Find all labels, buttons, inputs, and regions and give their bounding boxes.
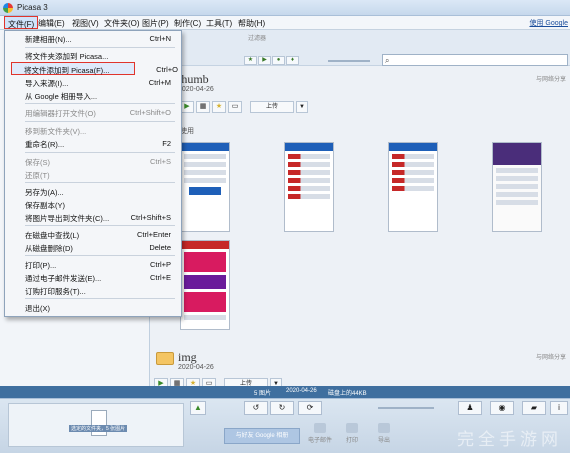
search-icon: ⌕ xyxy=(385,56,390,65)
photo-thumbnail[interactable] xyxy=(180,240,230,330)
menu-item-export[interactable]: 将图片导出到文件夹(C)... Ctrl+Shift+S xyxy=(5,211,181,224)
status-bar: 5 图片 2020-04-26 磁盘上的44KB xyxy=(0,386,570,398)
menu-folder[interactable]: 文件夹(O) xyxy=(104,18,140,29)
upload-button[interactable]: 上传 xyxy=(250,101,294,113)
menu-item-revert[interactable]: 还原(T) xyxy=(5,168,181,181)
google-help-link[interactable]: 使用 Google xyxy=(529,18,568,28)
title-bar: Picasa 3 xyxy=(0,0,570,16)
face-filter-icon[interactable]: ● xyxy=(272,56,285,65)
photo-thumbnail[interactable] xyxy=(284,142,334,232)
folder-name: img xyxy=(178,350,197,364)
menu-picture[interactable]: 图片(P) xyxy=(142,18,169,29)
folder-date: 2020-04-26 xyxy=(178,364,214,371)
photo-tray: 选定的文件夹，5 张图片 xyxy=(8,403,184,447)
menu-item-save-as[interactable]: 另存为(A)... xyxy=(5,185,181,198)
status-size: 磁盘上的44KB xyxy=(328,391,367,397)
picasa-logo-icon xyxy=(3,3,13,13)
slideshow-icon[interactable]: ▶ xyxy=(180,101,194,113)
share-label[interactable]: 与网络分享 xyxy=(536,74,566,83)
export-button[interactable]: 导出 xyxy=(370,423,398,444)
filter-bar: 过滤器 ★ ▶ ● ♦ ⌕ xyxy=(150,30,570,66)
menu-file[interactable]: 文件(F) xyxy=(4,16,39,29)
menu-tools[interactable]: 工具(T) xyxy=(206,18,232,29)
menu-item-open-editor[interactable]: 用编辑器打开文件(O) Ctrl+Shift+O xyxy=(5,106,181,119)
print-icon xyxy=(346,423,358,433)
file-menu-dropdown: 新建相册(N)... Ctrl+N 将文件夹添加到 Picasa... 将文件添加… xyxy=(4,30,182,317)
share-google-photos-button[interactable]: 与好友 Google 相册 xyxy=(224,428,300,444)
window-title: Picasa 3 xyxy=(17,3,48,12)
menu-item-rename[interactable]: 重命名(R)... F2 xyxy=(5,137,181,150)
menu-item-new-album[interactable]: 新建相册(N)... Ctrl+N xyxy=(5,32,181,45)
menu-item-add-file[interactable]: 将文件添加到 Picasa(F)... Ctrl+O xyxy=(11,62,178,75)
menu-edit[interactable]: 编辑(E) xyxy=(38,18,65,29)
menu-item-print[interactable]: 打印(P)... Ctrl+P xyxy=(5,258,181,271)
menu-item-email[interactable]: 通过电子邮件发送(E)... Ctrl+E xyxy=(5,271,181,284)
menu-create[interactable]: 制作(C) xyxy=(174,18,201,29)
photo-thumbnail[interactable] xyxy=(388,142,438,232)
photo-thumbnail[interactable] xyxy=(492,142,542,232)
folder-name: thumb xyxy=(178,72,209,86)
menu-item-import-google[interactable]: 从 Google 相册导入... xyxy=(5,89,181,102)
star-icon[interactable]: ★ xyxy=(212,101,226,113)
menu-item-move[interactable]: 移到新文件夹(V)... xyxy=(5,124,181,137)
rotate-right-icon[interactable]: ↻ xyxy=(270,401,294,415)
export-icon xyxy=(378,423,390,433)
menu-item-locate-on-disk[interactable]: 在磁盘中查找(L) Ctrl+Enter xyxy=(5,228,181,241)
people-icon[interactable]: ♟ xyxy=(458,401,482,415)
library-main: 过滤器 ★ ▶ ● ♦ ⌕ thumb 2020-04-26 与网络分享 ▶ ▦… xyxy=(150,30,570,390)
movie-icon[interactable]: ▭ xyxy=(228,101,242,113)
filter-label: 过滤器 xyxy=(248,36,267,42)
video-filter-icon[interactable]: ▶ xyxy=(258,56,271,65)
geotag-filter-icon[interactable]: ♦ xyxy=(286,56,299,65)
menu-help[interactable]: 帮助(H) xyxy=(238,18,265,29)
folder-section-label: 使用 xyxy=(180,128,194,135)
menu-bar: 文件(F) 编辑(E) 视图(V) 文件夹(O) 图片(P) 制作(C) 工具(… xyxy=(0,16,570,30)
status-date: 2020-04-26 xyxy=(286,388,317,394)
rotate-left-icon[interactable]: ↺ xyxy=(244,401,268,415)
menu-item-exit[interactable]: 退出(X) xyxy=(5,301,181,314)
menu-view[interactable]: 视图(V) xyxy=(72,18,99,29)
chevron-down-icon[interactable]: ▼ xyxy=(296,101,308,113)
menu-item-save-copy[interactable]: 保存副本(Y) xyxy=(5,198,181,211)
tray-caption: 选定的文件夹，5 张图片 xyxy=(69,425,128,432)
search-input[interactable]: ⌕ xyxy=(382,54,568,66)
email-icon xyxy=(314,423,326,433)
menu-item-add-folder[interactable]: 将文件夹添加到 Picasa... xyxy=(5,49,181,62)
photo-thumbnail[interactable] xyxy=(180,142,230,232)
refresh-icon[interactable]: ⟳ xyxy=(298,401,322,415)
places-icon[interactable]: ◉ xyxy=(490,401,514,415)
zoom-slider[interactable] xyxy=(378,407,434,409)
menu-item-order-prints[interactable]: 订购打印服务(T)... xyxy=(5,284,181,297)
tag-icon[interactable]: ▰ xyxy=(522,401,546,415)
menu-item-delete[interactable]: 从磁盘删除(D) Delete xyxy=(5,241,181,254)
collage-icon[interactable]: ▦ xyxy=(196,101,210,113)
share-label[interactable]: 与网络分享 xyxy=(536,352,566,361)
print-button[interactable]: 打印 xyxy=(338,423,366,444)
email-button[interactable]: 电子邮件 xyxy=(306,423,334,444)
tray-thumbnail[interactable] xyxy=(91,410,107,436)
bottom-toolbar: 选定的文件夹，5 张图片 ▲ ↺ ↻ ⟳ ♟ ◉ ▰ i 与好友 Google … xyxy=(0,398,570,453)
menu-item-import[interactable]: 导入来源(I)... Ctrl+M xyxy=(5,76,181,89)
info-icon[interactable]: i xyxy=(550,401,568,415)
hold-icon[interactable]: ▲ xyxy=(190,401,206,415)
folder-date: 2020-04-26 xyxy=(178,86,214,93)
folder-icon xyxy=(156,352,174,365)
star-filter-icon[interactable]: ★ xyxy=(244,56,257,65)
status-count: 5 图片 xyxy=(254,391,272,397)
date-filter-slider[interactable] xyxy=(328,60,370,62)
watermark: 完全手游网 xyxy=(457,430,562,449)
menu-item-save[interactable]: 保存(S) Ctrl+S xyxy=(5,155,181,168)
